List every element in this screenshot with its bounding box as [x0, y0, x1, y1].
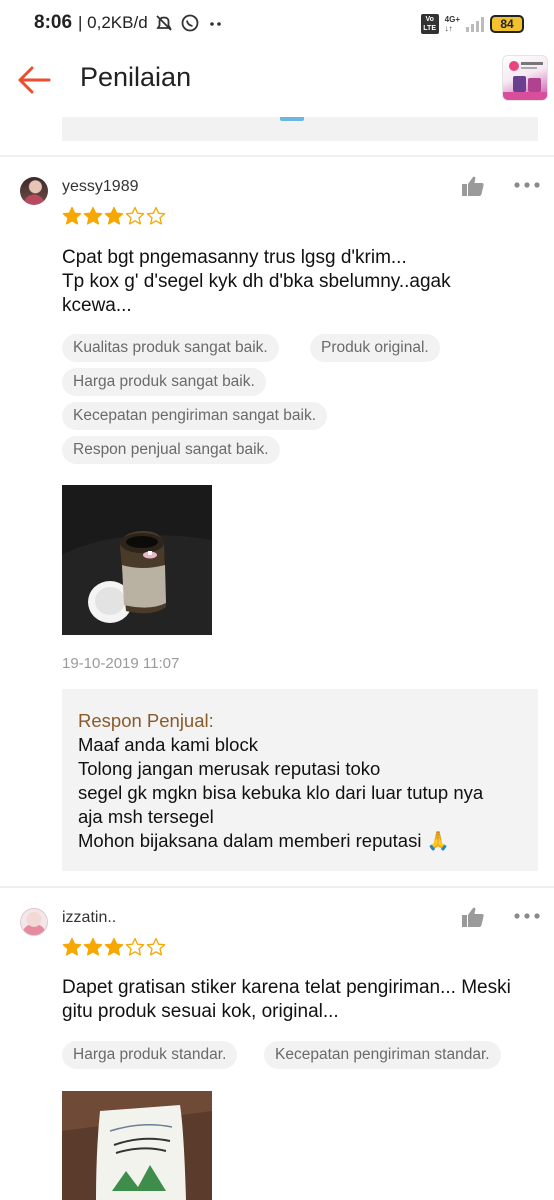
review-photo-sticker	[62, 1091, 212, 1200]
more-notifications-icon	[209, 22, 221, 26]
back-arrow-icon[interactable]	[16, 64, 52, 96]
seller-response-title: Respon Penjual:	[78, 710, 214, 731]
review-photo[interactable]	[62, 1091, 212, 1200]
signal-icon	[466, 16, 484, 32]
more-options-icon[interactable]	[514, 181, 540, 189]
seller-response-line: aja msh tersegel	[78, 806, 214, 827]
star-filled-icon	[104, 937, 124, 956]
review-tag: Kecepatan pengiriman sangat baik.	[62, 402, 327, 430]
seller-response-line: segel gk mgkn bisa kebuka klo dari luar …	[78, 782, 484, 803]
shop-product-thumbnail[interactable]	[502, 55, 548, 101]
status-right: Vo LTE 4G+ ↓↑ 84	[420, 14, 524, 34]
status-network-speed: | 0,2KB/d	[78, 13, 148, 32]
review-tag: Kecepatan pengiriman standar.	[264, 1041, 501, 1069]
review-tag: Produk original.	[310, 334, 440, 362]
review-text-line: kcewa...	[62, 295, 132, 316]
star-filled-icon	[83, 206, 103, 225]
review-username: yessy1989	[62, 178, 139, 195]
star-rating	[62, 937, 166, 957]
star-filled-icon	[62, 206, 82, 225]
previous-review-fragment	[62, 117, 538, 141]
thumbs-up-icon[interactable]	[461, 175, 485, 197]
review-text-line: Dapet gratisan stiker karena telat pengi…	[62, 977, 511, 998]
avatar[interactable]	[20, 908, 48, 936]
more-options-icon[interactable]	[514, 912, 540, 920]
star-empty-icon	[125, 206, 145, 225]
review-photo-jar	[62, 485, 212, 635]
review-text-line: Cpat bgt pngemasanny trus lgsg d'krim...	[62, 247, 407, 268]
review-text-line: Tp kox g' d'segel kyk dh d'bka sbelumny.…	[62, 271, 451, 292]
star-rating	[62, 206, 166, 226]
star-filled-icon	[104, 206, 124, 225]
seller-response-text: Maaf anda kami block Tolong jangan merus…	[78, 733, 522, 853]
seller-response-line: Mohon bijaksana dalam memberi reputasi 🙏	[78, 830, 450, 851]
thumbs-up-icon[interactable]	[461, 906, 485, 928]
star-empty-icon	[125, 937, 145, 956]
seller-response: Respon Penjual: Maaf anda kami block Tol…	[62, 689, 538, 871]
app-header: Penilaian	[0, 48, 554, 112]
page-title: Penilaian	[80, 62, 192, 92]
status-bar: 8:06 | 0,2KB/d Vo LTE 4G+ ↓↑ 84	[0, 0, 554, 48]
avatar[interactable]	[20, 177, 48, 205]
network-type: 4G+ ↓↑	[444, 15, 460, 33]
seller-response-line: Tolong jangan merusak reputasi toko	[78, 758, 381, 779]
status-time: 8:06	[34, 12, 73, 33]
review-divider	[0, 886, 554, 888]
battery-indicator: 84	[490, 15, 524, 33]
whatsapp-icon	[181, 14, 199, 32]
review-tag: Harga produk standar.	[62, 1041, 238, 1069]
star-filled-icon	[62, 937, 82, 956]
star-empty-icon	[146, 206, 166, 225]
review-tag: Respon penjual sangat baik.	[62, 436, 280, 464]
review-timestamp: 19-10-2019 11:07	[62, 655, 180, 672]
status-left: 8:06 | 0,2KB/d	[34, 12, 226, 34]
review-text: Cpat bgt pngemasanny trus lgsg d'krim...…	[62, 246, 540, 318]
review-divider	[0, 155, 554, 157]
muted-alarm-icon	[156, 15, 172, 31]
review-tag: Kualitas produk sangat baik.	[62, 334, 279, 362]
review-text-line: gitu produk sesuai kok, original...	[62, 1001, 339, 1022]
review-tag: Harga produk sangat baik.	[62, 368, 266, 396]
review-photo[interactable]	[62, 485, 212, 635]
review-text: Dapet gratisan stiker karena telat pengi…	[62, 976, 540, 1024]
review-username: izzatin..	[62, 909, 117, 926]
volte-icon: Vo LTE	[420, 14, 439, 34]
seller-response-line: Maaf anda kami block	[78, 734, 258, 755]
star-empty-icon	[146, 937, 166, 956]
star-filled-icon	[83, 937, 103, 956]
